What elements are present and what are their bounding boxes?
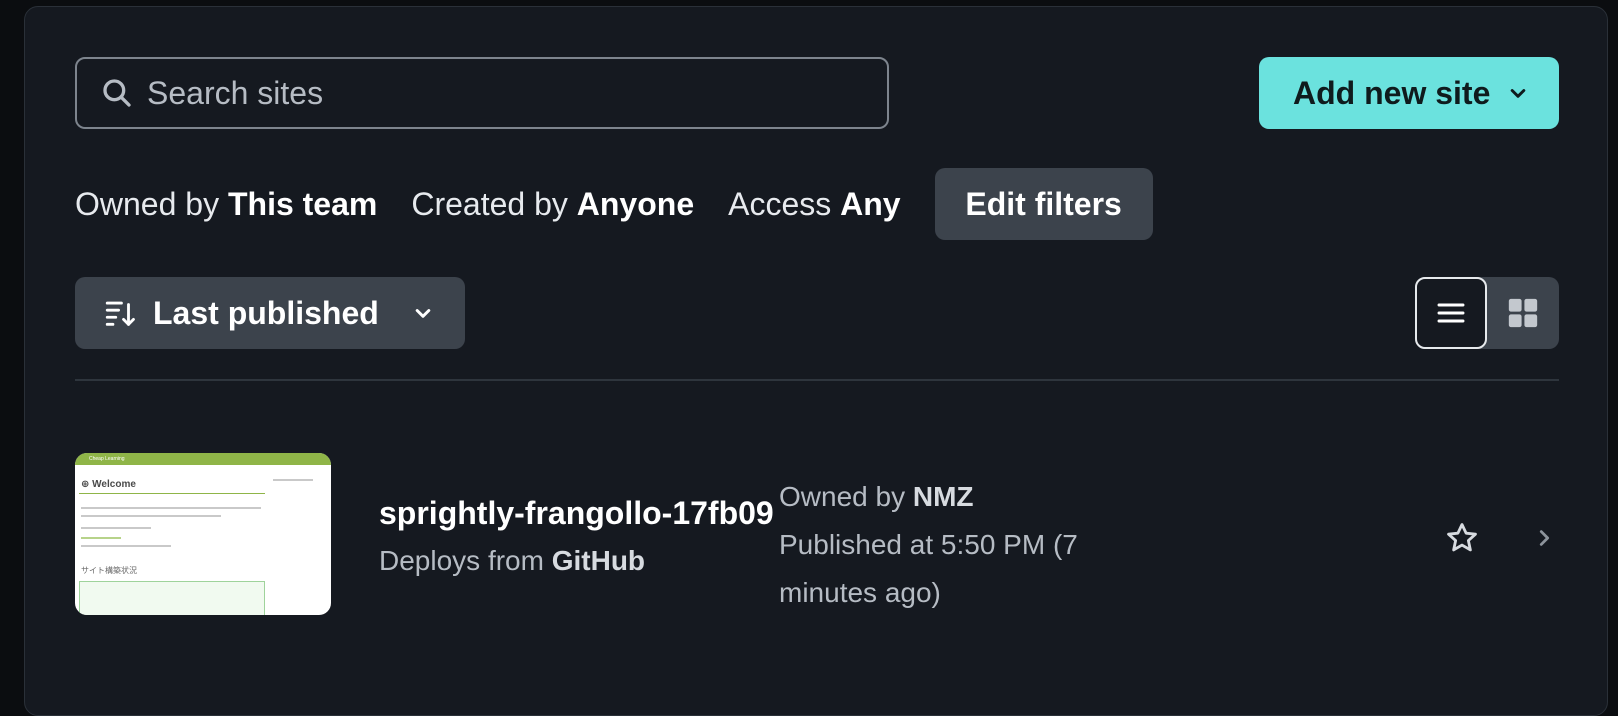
- chevron-right-icon[interactable]: [1533, 527, 1555, 549]
- grid-icon: [1508, 298, 1538, 328]
- thumbnail-text-line: [81, 537, 121, 539]
- owned-by-filter[interactable]: Owned by This team: [75, 186, 377, 223]
- site-meta: Owned by NMZ Published at 5:50 PM (7 min…: [779, 473, 1109, 617]
- owner-prefix: Owned by: [779, 481, 906, 512]
- thumbnail-heading: ⊕ Welcome: [81, 479, 136, 490]
- search-box[interactable]: [75, 57, 889, 129]
- list-view-button[interactable]: [1415, 277, 1487, 349]
- thumbnail-rule: [79, 493, 265, 494]
- access-prefix: Access: [728, 185, 832, 222]
- thumbnail-text-line: [81, 515, 221, 517]
- published-time: Published at 5:50 PM (7 minutes ago): [779, 529, 1078, 608]
- thumbnail-text-line: [81, 527, 151, 529]
- owned-by-value: This team: [227, 185, 378, 222]
- site-owner-line: Owned by NMZ: [779, 473, 1109, 521]
- sort-descending-icon: [105, 301, 135, 326]
- created-by-filter[interactable]: Created by Anyone: [411, 186, 694, 223]
- search-icon: [103, 79, 131, 107]
- thumbnail-section-title: サイト構築状況: [81, 566, 137, 575]
- chevron-down-icon: [1511, 89, 1526, 98]
- site-deploy-source: Deploys from GitHub: [379, 545, 645, 577]
- star-icon[interactable]: [1445, 521, 1479, 555]
- add-new-site-label: Add new site: [1293, 74, 1491, 111]
- grid-view-button[interactable]: [1487, 277, 1559, 349]
- sites-panel: Add new site Owned by This team Created …: [24, 6, 1608, 716]
- edit-filters-button[interactable]: Edit filters: [934, 168, 1153, 240]
- list-icon: [1437, 303, 1465, 323]
- search-input[interactable]: [147, 74, 847, 112]
- sort-label: Last published: [153, 294, 379, 331]
- chevron-down-icon: [415, 309, 431, 318]
- owned-by-prefix: Owned by: [75, 185, 220, 222]
- thumbnail-sidebar-line: [273, 479, 313, 481]
- deploys-source: GitHub: [551, 545, 646, 576]
- thumbnail-heading-text: Welcome: [92, 479, 136, 490]
- created-by-value: Anyone: [576, 185, 695, 222]
- sort-dropdown[interactable]: Last published: [75, 277, 465, 349]
- deploys-prefix: Deploys from: [379, 545, 544, 576]
- thumbnail-text-line: [81, 507, 261, 509]
- thumbnail-box: [79, 581, 265, 615]
- divider: [75, 379, 1559, 381]
- view-toggle: [1415, 277, 1559, 349]
- access-filter[interactable]: Access Any: [728, 186, 900, 223]
- created-by-prefix: Created by: [411, 185, 568, 222]
- site-name[interactable]: sprightly-frangollo-17fb09: [379, 495, 774, 532]
- owner-name: NMZ: [912, 481, 974, 512]
- site-thumbnail[interactable]: Cheap Learning ⊕ Welcome サイト構築状況: [75, 453, 331, 615]
- filter-bar: Owned by This team Created by Anyone Acc…: [75, 167, 1153, 241]
- thumbnail-header: Cheap Learning: [75, 453, 331, 465]
- access-value: Any: [840, 185, 901, 222]
- thumbnail-text-line: [81, 545, 171, 547]
- add-new-site-button[interactable]: Add new site: [1259, 57, 1559, 129]
